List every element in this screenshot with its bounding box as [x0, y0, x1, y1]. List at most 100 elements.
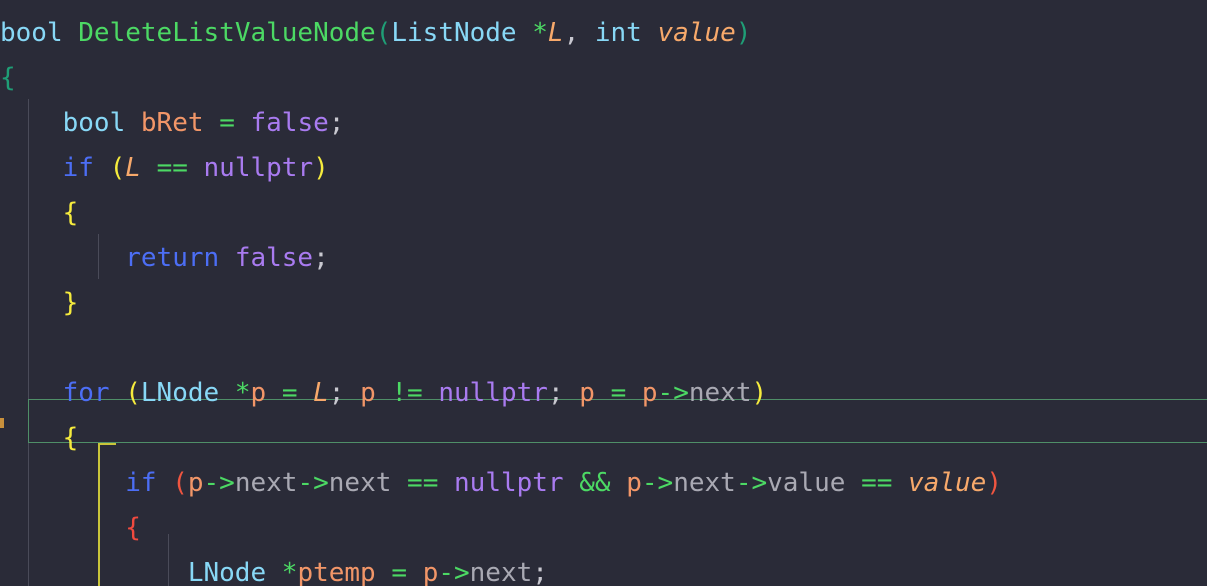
- code-token: p: [250, 378, 267, 408]
- code-token: ;: [328, 378, 345, 408]
- code-line[interactable]: {: [0, 56, 1207, 101]
- code-token: value: [767, 468, 846, 498]
- code-token: =: [610, 378, 627, 408]
- code-token: ;: [313, 243, 329, 273]
- code-token: L: [313, 378, 329, 408]
- code-editor[interactable]: bool DeleteListValueNode(ListNode *L, in…: [0, 0, 1207, 586]
- code-token: p: [626, 468, 642, 498]
- code-token: }: [62, 288, 79, 318]
- code-token: ->: [438, 558, 470, 586]
- code-token: ;: [532, 558, 548, 586]
- code-token: false: [250, 108, 329, 138]
- code-token: &&: [579, 468, 611, 498]
- code-token: next: [234, 468, 298, 498]
- code-token: next: [328, 468, 392, 498]
- code-line[interactable]: {: [0, 191, 1207, 236]
- code-content[interactable]: bool DeleteListValueNode(ListNode *L, in…: [0, 0, 1207, 586]
- code-token: ): [986, 468, 1002, 498]
- code-token: next: [469, 558, 533, 586]
- code-token: (: [172, 468, 188, 498]
- code-token: !=: [391, 378, 423, 408]
- code-line[interactable]: bool bRet = false;: [0, 101, 1207, 146]
- code-token: ,: [563, 18, 580, 48]
- code-token: LNode: [187, 558, 267, 586]
- code-token: ->: [735, 468, 768, 498]
- code-token: =: [219, 108, 235, 138]
- code-line[interactable]: {: [0, 506, 1207, 551]
- code-line[interactable]: {: [0, 416, 1207, 461]
- code-token: *: [532, 18, 548, 48]
- code-token: ->: [641, 468, 674, 498]
- code-token: nullptr: [203, 153, 314, 183]
- code-token: next: [688, 378, 752, 408]
- code-token: nullptr: [454, 468, 564, 498]
- code-token: p: [187, 468, 204, 498]
- code-line[interactable]: for (LNode *p = L; p != nullptr; p = p->…: [0, 371, 1207, 416]
- code-token: if: [125, 468, 157, 498]
- code-token: L: [125, 153, 141, 183]
- change-marker-gutter-icon: [0, 418, 4, 428]
- code-line[interactable]: return false;: [0, 236, 1207, 281]
- code-token: nullptr: [438, 378, 548, 408]
- code-token: bool: [62, 108, 126, 138]
- code-token: ;: [547, 378, 564, 408]
- code-line[interactable]: LNode *ptemp = p->next;: [0, 551, 1207, 586]
- code-token: LNode: [140, 378, 220, 408]
- code-token: =: [281, 378, 298, 408]
- code-token: ->: [657, 378, 689, 408]
- code-token: {: [0, 63, 16, 93]
- code-token: ==: [861, 468, 893, 498]
- code-token: p: [422, 558, 439, 586]
- code-token: *: [234, 378, 251, 408]
- code-line[interactable]: if (p->next->next == nullptr && p->next-…: [0, 461, 1207, 506]
- code-line[interactable]: bool DeleteListValueNode(ListNode *L, in…: [0, 11, 1207, 56]
- code-token: =: [391, 558, 408, 586]
- code-line[interactable]: }: [0, 281, 1207, 326]
- code-token: p: [579, 378, 595, 408]
- code-token: if: [62, 153, 94, 183]
- code-token: {: [62, 423, 79, 453]
- code-token: bRet: [140, 108, 204, 138]
- code-token: ): [751, 378, 768, 408]
- code-line[interactable]: [0, 326, 1207, 371]
- code-token: value: [908, 468, 987, 498]
- code-token: ->: [297, 468, 329, 498]
- code-token: return: [125, 243, 220, 273]
- code-token: ptemp: [297, 558, 376, 586]
- code-token: *: [281, 558, 298, 586]
- code-token: ==: [156, 153, 188, 183]
- code-token: value: [657, 18, 736, 48]
- code-line[interactable]: if (L == nullptr): [0, 146, 1207, 191]
